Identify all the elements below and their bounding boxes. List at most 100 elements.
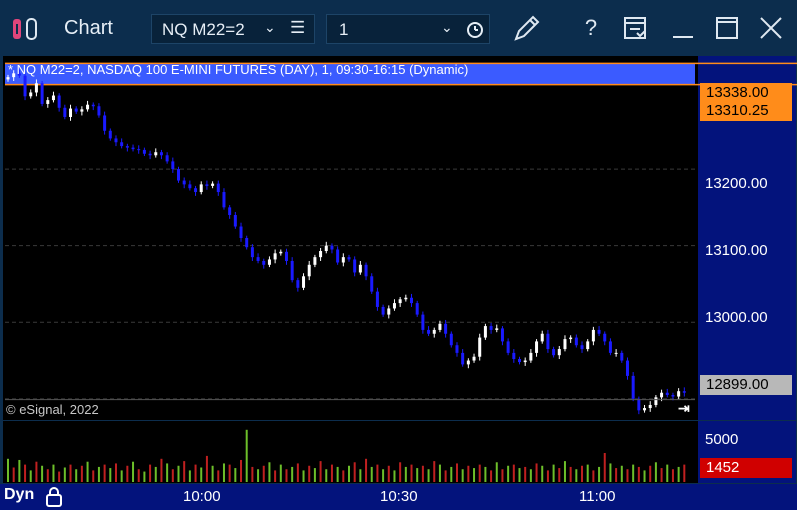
volume-bar <box>296 463 299 482</box>
volume-bar <box>86 461 89 482</box>
volume-bar <box>575 469 578 482</box>
chart-window: Chart NQ M22=2 ⌄ ☰ 1 ⌄ ? * NQ M22=2, NAS… <box>0 0 797 510</box>
candle-body <box>324 245 328 252</box>
candle-body <box>552 349 556 356</box>
dynamic-mode-label[interactable]: Dyn <box>4 486 34 504</box>
candle-body <box>40 83 44 104</box>
volume-bar <box>586 464 589 482</box>
chart-header: * NQ M22=2, NASDAQ 100 E-MINI FUTURES (D… <box>8 62 469 77</box>
candle-body <box>597 329 601 334</box>
candle-body <box>625 360 629 376</box>
volume-bar <box>427 469 430 482</box>
candle-body <box>415 303 419 315</box>
volume-bar <box>285 469 288 482</box>
volume-bar <box>171 469 174 482</box>
candle-body <box>159 152 163 156</box>
volume-bar <box>359 469 362 482</box>
band-low-tag: 13310.25 <box>700 101 792 121</box>
volume-bar <box>507 465 510 482</box>
volume-bar <box>410 464 413 482</box>
candle-body <box>392 303 396 309</box>
volume-bar <box>200 467 203 482</box>
volume-bar <box>529 469 532 482</box>
candle-body <box>461 352 465 365</box>
volume-bar <box>257 469 260 482</box>
volume-bar <box>228 464 231 482</box>
volume-bar <box>291 466 294 482</box>
candle-body <box>444 323 448 334</box>
volume-bar <box>603 453 606 482</box>
candle-body <box>148 153 152 156</box>
volume-tick-label: 5000 <box>705 431 739 448</box>
candle-body <box>228 207 232 216</box>
candle-body <box>216 183 220 193</box>
candle-body <box>114 138 118 143</box>
volume-bar <box>75 469 78 482</box>
volume-bar <box>274 470 277 482</box>
scroll-to-end-icon[interactable]: ⇥ <box>678 400 690 417</box>
candle-body <box>347 257 351 260</box>
candle-body <box>455 345 459 353</box>
volume-bar <box>52 464 55 482</box>
candle-body <box>154 152 158 156</box>
volume-bar <box>279 464 282 482</box>
volume-bar <box>58 471 61 482</box>
volume-bar <box>302 470 305 482</box>
volume-bar <box>683 464 686 482</box>
last-price-tag: 12899.00 <box>700 375 792 395</box>
candle-body <box>478 337 482 357</box>
volume-bar <box>114 463 117 482</box>
volume-bar <box>194 464 197 482</box>
volume-bar <box>387 465 390 482</box>
volume-bar <box>217 470 220 482</box>
volume-bar <box>438 464 441 482</box>
volume-bar <box>620 465 623 482</box>
candle-body <box>563 339 567 350</box>
candle-body <box>569 337 573 340</box>
candle-body <box>279 251 283 254</box>
volume-bar <box>541 465 544 482</box>
candle-body <box>307 264 311 277</box>
candle-body <box>410 297 414 304</box>
volume-bar <box>632 464 635 482</box>
volume-bar <box>433 461 436 482</box>
candle-body <box>358 264 362 273</box>
volume-bar <box>336 466 339 482</box>
candle-body <box>137 149 141 151</box>
volume-bar <box>12 467 15 482</box>
candle-body <box>182 180 186 185</box>
volume-bar <box>660 468 663 482</box>
volume-bar <box>234 468 237 482</box>
candle-body <box>427 329 431 334</box>
candle-body <box>86 104 90 110</box>
volume-bar <box>535 463 538 482</box>
candle-body <box>506 341 510 353</box>
volume-bar <box>126 465 129 482</box>
volume-bar <box>444 470 447 482</box>
candle-body <box>341 257 345 263</box>
volume-bar <box>92 470 95 482</box>
candle-body <box>472 356 476 361</box>
volume-bar <box>478 464 481 482</box>
candle-body <box>557 349 561 356</box>
candle-body <box>171 161 175 170</box>
y-tick-label: 13100.00 <box>705 242 768 259</box>
volume-bar <box>308 465 311 482</box>
candle-body <box>211 183 215 186</box>
candle-body <box>586 341 590 350</box>
candle-body <box>660 392 664 398</box>
last-volume-tag: 1452 <box>700 458 792 478</box>
volume-bar <box>609 463 612 482</box>
candle-body <box>500 328 504 342</box>
volume-bar <box>484 466 487 482</box>
volume-bar <box>626 469 629 482</box>
candle-body <box>103 115 107 131</box>
candle-body <box>108 130 112 139</box>
candle-body <box>194 188 198 193</box>
lock-icon[interactable] <box>44 486 64 508</box>
candle-body <box>637 398 641 411</box>
candle-body <box>262 260 266 265</box>
candle-body <box>91 104 95 107</box>
volume-bar <box>29 470 32 482</box>
candle-body <box>97 106 101 116</box>
